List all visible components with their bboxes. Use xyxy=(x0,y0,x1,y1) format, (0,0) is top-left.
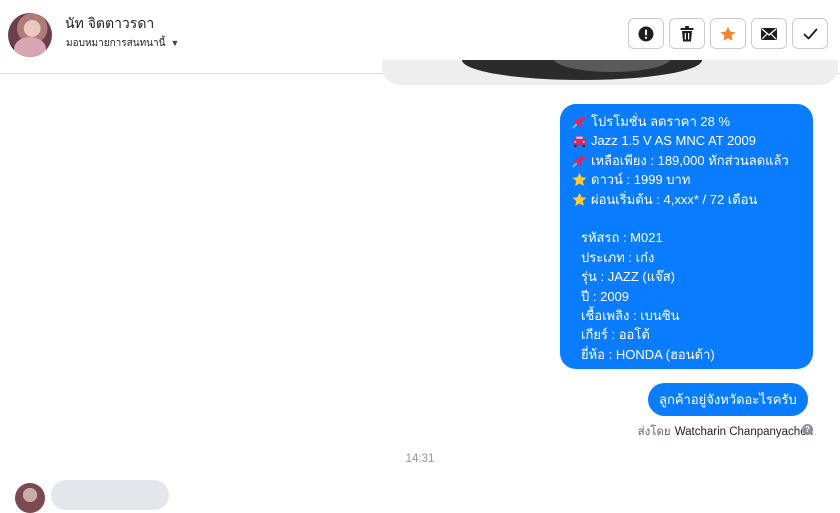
promo-line: Jazz 1.5 V AS MNC AT 2009 xyxy=(571,131,803,150)
incoming-message-bubble[interactable] xyxy=(51,480,169,510)
detail-line: ปี : 2009 xyxy=(581,288,630,304)
conversation-toolbar xyxy=(628,18,828,49)
checkmark-icon xyxy=(803,28,817,39)
detail-line: รหัสรถ : M021 xyxy=(581,230,663,246)
star-icon xyxy=(571,191,587,207)
question-message-bubble[interactable]: ลูกค้าอยู่จังหวัดอะไรครับ xyxy=(648,383,808,416)
detail-line: ยี่ห้อ : HONDA (ฮอนด้า) xyxy=(581,346,715,362)
assign-label: มอบหมายการสนทนานี้ xyxy=(66,37,166,49)
mark-done-button[interactable] xyxy=(792,18,828,49)
help-icon[interactable]: ? xyxy=(802,424,813,435)
mark-spam-button[interactable] xyxy=(628,18,664,49)
sent-by-info: ส่งโดย Watcharin Chanpanyachon xyxy=(638,423,813,441)
promo-message-bubble[interactable]: โปรโมชั่น ลดราคา 28 % Jazz 1.5 V AS MNC … xyxy=(560,104,813,369)
mark-unread-button[interactable] xyxy=(751,18,787,49)
promo-line: โปรโมชั่น ลดราคา 28 % xyxy=(571,112,803,131)
detail-line: ประเภท : เก๋ง xyxy=(581,249,655,265)
contact-name[interactable]: นัท จิตตาวรดา xyxy=(65,13,154,35)
car-icon xyxy=(571,133,587,149)
exclamation-circle-icon xyxy=(638,26,654,41)
assign-conversation-dropdown[interactable]: มอบหมายการสนทนานี้ ▼ xyxy=(66,36,179,50)
sender-name[interactable]: Watcharin Chanpanyachon xyxy=(675,426,813,438)
detail-line: รุ่น : JAZZ (แจ๊ส) xyxy=(581,269,675,285)
pushpin-icon xyxy=(571,114,587,130)
star-button[interactable] xyxy=(710,18,746,49)
star-icon xyxy=(720,26,736,41)
trash-icon xyxy=(680,25,694,41)
envelope-icon xyxy=(761,27,777,40)
promo-line: ผ่อนเริ่มต้น : 4,xxx* / 72 เดือน xyxy=(571,190,803,209)
message-timestamp: 14:31 xyxy=(405,453,435,465)
caret-down-icon: ▼ xyxy=(170,38,180,48)
promo-line: ดาวน์ : 1999 บาท xyxy=(571,170,803,189)
previous-image-message[interactable] xyxy=(382,60,838,85)
detail-line: เชื้อเพลิง : เบนซิน xyxy=(581,308,680,324)
promo-line: เหลือเพียง : 189,000 หักส่วนลดแล้ว xyxy=(571,151,803,170)
pushpin-icon xyxy=(571,153,587,169)
star-icon xyxy=(571,172,587,188)
contact-avatar[interactable] xyxy=(8,13,52,57)
incoming-avatar[interactable] xyxy=(15,483,45,513)
sent-by-label: ส่งโดย xyxy=(637,426,671,438)
delete-button[interactable] xyxy=(669,18,705,49)
detail-line: เกียร์ : ออโต้ xyxy=(581,327,650,343)
